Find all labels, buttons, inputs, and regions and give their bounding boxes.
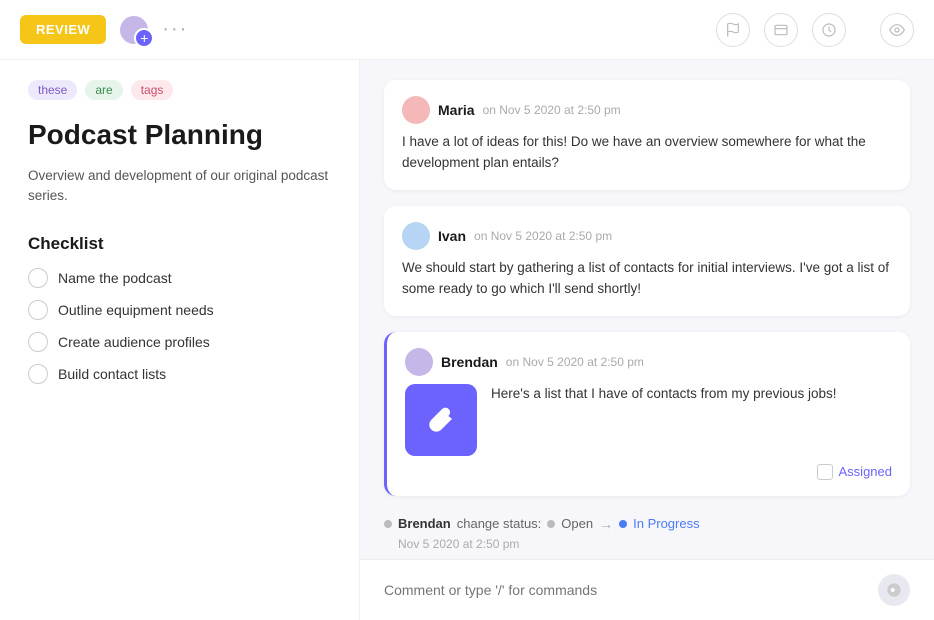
checklist-items: Name the podcast Outline equipment needs…	[28, 268, 331, 384]
more-options-button[interactable]: ···	[162, 18, 188, 41]
checkbox-2[interactable]	[28, 300, 48, 320]
assigned-label: Assigned	[839, 464, 892, 479]
avatar-brendan	[405, 348, 433, 376]
checkbox-1[interactable]	[28, 268, 48, 288]
status-dot-indicator	[384, 520, 392, 528]
left-panel: these are tags Podcast Planning Overview…	[0, 60, 360, 620]
comment-header: Maria on Nov 5 2020 at 2:50 pm	[402, 96, 892, 124]
checklist-item-label: Name the podcast	[58, 270, 172, 286]
comment-brendan: Brendan on Nov 5 2020 at 2:50 pm Here's …	[384, 332, 910, 496]
attachment-area: Here's a list that I have of contacts fr…	[405, 384, 892, 456]
comment-header: Ivan on Nov 5 2020 at 2:50 pm	[402, 222, 892, 250]
clock-icon	[821, 22, 837, 38]
checkbox-4[interactable]	[28, 364, 48, 384]
assigned-button[interactable]: Assigned	[817, 464, 892, 480]
checklist-item: Name the podcast	[28, 268, 331, 288]
comment-input-area	[360, 559, 934, 620]
status-author: Brendan	[398, 516, 451, 531]
topbar: REVIEW + ···	[0, 0, 934, 60]
status-action: change status:	[457, 516, 542, 531]
checklist-item-label: Build contact lists	[58, 366, 166, 382]
comment-header: Brendan on Nov 5 2020 at 2:50 pm	[405, 348, 892, 376]
status-time-row: Nov 5 2020 at 2:50 pm	[384, 536, 910, 551]
comment-text: I have a lot of ideas for this! Do we ha…	[402, 132, 892, 174]
status-row: Brendan change status: Open → In Progres…	[384, 516, 910, 532]
status-from: Open	[561, 516, 593, 531]
comment-time: on Nov 5 2020 at 2:50 pm	[474, 229, 612, 243]
assigned-checkbox	[817, 464, 833, 480]
eye-button[interactable]	[880, 13, 914, 47]
comment-author: Brendan	[441, 354, 498, 370]
tag-these[interactable]: these	[28, 80, 77, 100]
comment-ivan: Ivan on Nov 5 2020 at 2:50 pm We should …	[384, 206, 910, 316]
tags-container: these are tags	[28, 80, 331, 100]
comments-area: Maria on Nov 5 2020 at 2:50 pm I have a …	[360, 60, 934, 559]
card-button[interactable]	[764, 13, 798, 47]
checklist-item-label: Outline equipment needs	[58, 302, 214, 318]
status-time: Nov 5 2020 at 2:50 pm	[398, 537, 519, 551]
send-icon	[886, 582, 902, 598]
topbar-right	[716, 13, 914, 47]
comment-text: We should start by gathering a list of c…	[402, 258, 892, 300]
comment-time: on Nov 5 2020 at 2:50 pm	[483, 103, 621, 117]
card-icon	[773, 22, 789, 38]
main-layout: these are tags Podcast Planning Overview…	[0, 60, 934, 620]
flag-icon	[725, 22, 741, 38]
checklist-item: Create audience profiles	[28, 332, 331, 352]
tag-tags[interactable]: tags	[131, 80, 174, 100]
checklist-title: Checklist	[28, 234, 331, 254]
avatar-maria	[402, 96, 430, 124]
clock-button[interactable]	[812, 13, 846, 47]
page-description: Overview and development of our original…	[28, 166, 331, 207]
status-change: Brendan change status: Open → In Progres…	[384, 512, 910, 555]
status-to-dot	[619, 520, 627, 528]
comment-maria: Maria on Nov 5 2020 at 2:50 pm I have a …	[384, 80, 910, 190]
checkbox-3[interactable]	[28, 332, 48, 352]
comment-text: Here's a list that I have of contacts fr…	[491, 384, 836, 405]
eye-icon	[889, 22, 905, 38]
page-title: Podcast Planning	[28, 118, 331, 152]
right-panel: Maria on Nov 5 2020 at 2:50 pm I have a …	[360, 60, 934, 620]
status-from-dot	[547, 520, 555, 528]
review-button[interactable]: REVIEW	[20, 15, 106, 44]
checklist-item-label: Create audience profiles	[58, 334, 210, 350]
checklist-item: Build contact lists	[28, 364, 331, 384]
comment-time: on Nov 5 2020 at 2:50 pm	[506, 355, 644, 369]
status-to: In Progress	[633, 516, 699, 531]
send-button[interactable]	[878, 574, 910, 606]
avatar-group: +	[118, 14, 150, 46]
avatar-ivan	[402, 222, 430, 250]
topbar-left: REVIEW + ···	[20, 14, 188, 46]
comment-author: Ivan	[438, 228, 466, 244]
comment-input[interactable]	[384, 582, 866, 598]
attachment-thumbnail[interactable]	[405, 384, 477, 456]
add-member-button[interactable]: +	[134, 28, 154, 48]
checklist-item: Outline equipment needs	[28, 300, 331, 320]
flag-button[interactable]	[716, 13, 750, 47]
tag-are[interactable]: are	[85, 80, 122, 100]
comment-author: Maria	[438, 102, 475, 118]
paperclip-icon	[427, 406, 455, 434]
arrow-icon: →	[599, 516, 613, 532]
comment-actions: Assigned	[405, 464, 892, 480]
